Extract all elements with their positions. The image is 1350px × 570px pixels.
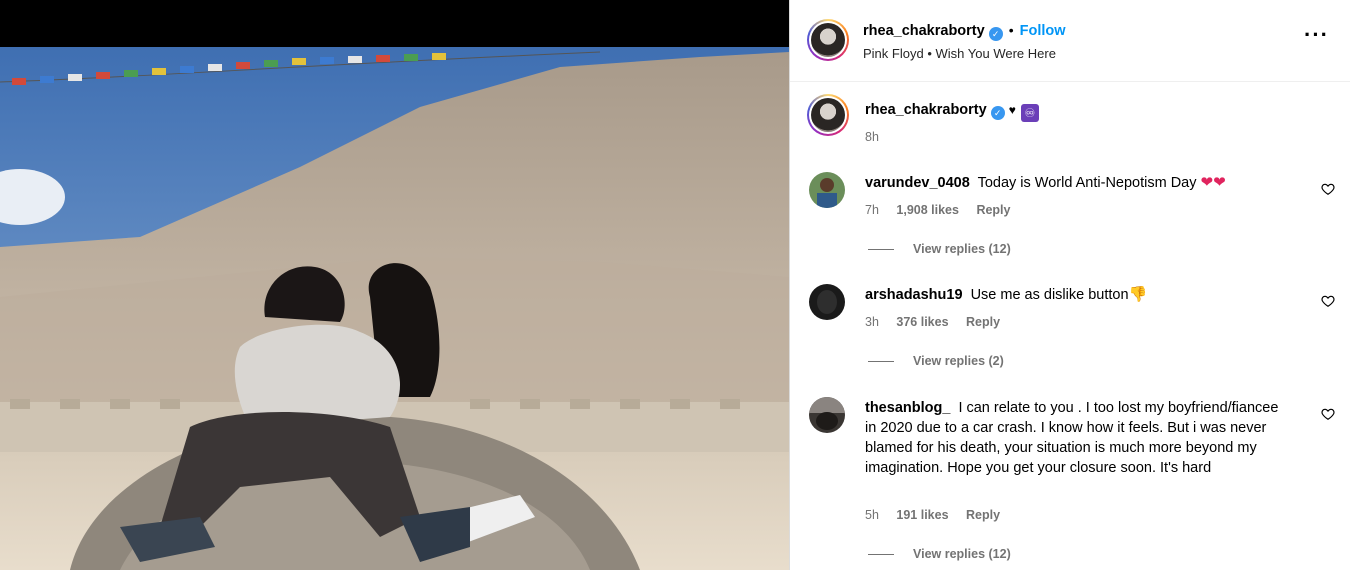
caption-heart-emoji: ♥ [1008,103,1016,117]
commenter-avatar[interactable] [809,284,845,320]
audio-separator: • [927,46,932,61]
comment-likes[interactable]: 191 likes [896,508,948,522]
view-replies-label: View replies (12) [913,242,1011,256]
view-replies-button[interactable]: View replies (2) [868,354,1004,368]
caption-text: rhea_chakraborty ✓ ♥ ♾ [865,101,1039,122]
author-avatar[interactable] [807,19,849,61]
post-photo[interactable] [0,47,789,570]
comment-meta: 5h 191 likes Reply [865,508,1014,522]
verified-badge-icon: ✓ [988,27,1003,41]
media-top-bar [0,0,789,47]
author-line: rhea_chakraborty ✓ • Follow [863,22,1066,41]
caption-avatar[interactable] [807,94,849,136]
like-comment-heart-icon[interactable] [1321,407,1335,421]
more-options-icon[interactable]: ··· [1304,24,1329,46]
comment-body: varundev_0408 Today is World Anti-Nepoti… [865,173,1295,193]
audio-artist: Pink Floyd [863,46,924,61]
reply-button[interactable]: Reply [976,203,1010,217]
comment-time: 3h [865,315,879,329]
comment-body: arshadashu19 Use me as dislike button👎 [865,285,1295,305]
audio-track-link[interactable]: Pink Floyd • Wish You Were Here [863,46,1056,61]
like-comment-heart-icon[interactable] [1321,294,1335,308]
comment-emoji: ❤❤ [1200,174,1226,191]
view-replies-button[interactable]: View replies (12) [868,547,1011,561]
reply-button[interactable]: Reply [966,508,1000,522]
caption-username[interactable]: rhea_chakraborty [865,102,987,118]
comment-likes[interactable]: 376 likes [896,315,948,329]
like-comment-heart-icon[interactable] [1321,182,1335,196]
comment-time: 5h [865,508,879,522]
post-header: rhea_chakraborty ✓ • Follow Pink Floyd • Wi… [790,0,1350,82]
comment-body: thesanblog_ I can relate to you . I too … [865,398,1285,478]
commenter-avatar[interactable] [809,172,845,208]
reply-button[interactable]: Reply [966,315,1000,329]
comment-meta: 7h 1,908 likes Reply [865,203,1024,217]
view-replies-button[interactable]: View replies (12) [868,242,1011,256]
audio-track: Wish You Were Here [935,46,1056,61]
comment-username[interactable]: varundev_0408 [865,175,970,191]
comment-meta: 3h 376 likes Reply [865,315,1014,329]
post-media[interactable] [0,0,789,570]
post-sidebar: rhea_chakraborty ✓ • Follow Pink Floyd • Wi… [789,0,1350,570]
comment-emoji: 👎 [1128,286,1148,303]
view-replies-label: View replies (2) [913,354,1004,368]
comment-username[interactable]: arshadashu19 [865,287,963,303]
post-caption: rhea_chakraborty ✓ ♥ ♾ 8h [790,94,1350,154]
separator-dot: • [1008,22,1014,38]
author-username[interactable]: rhea_chakraborty [863,23,985,39]
verified-badge-icon: ✓ [990,106,1005,120]
comment-text: Today is World Anti-Nepotism Day [977,175,1197,191]
caption-time: 8h [865,130,879,144]
comment-likes[interactable]: 1,908 likes [896,203,959,217]
replies-line [868,361,894,363]
comment-username[interactable]: thesanblog_ [865,400,950,416]
commenter-avatar[interactable] [809,397,845,433]
comment-text: Use me as dislike button [970,287,1129,303]
follow-button[interactable]: Follow [1020,23,1066,39]
view-replies-label: View replies (12) [913,547,1011,561]
replies-line [868,554,894,556]
infinity-emoji: ♾ [1020,104,1039,122]
comment-time: 7h [865,203,879,217]
replies-line [868,249,894,251]
